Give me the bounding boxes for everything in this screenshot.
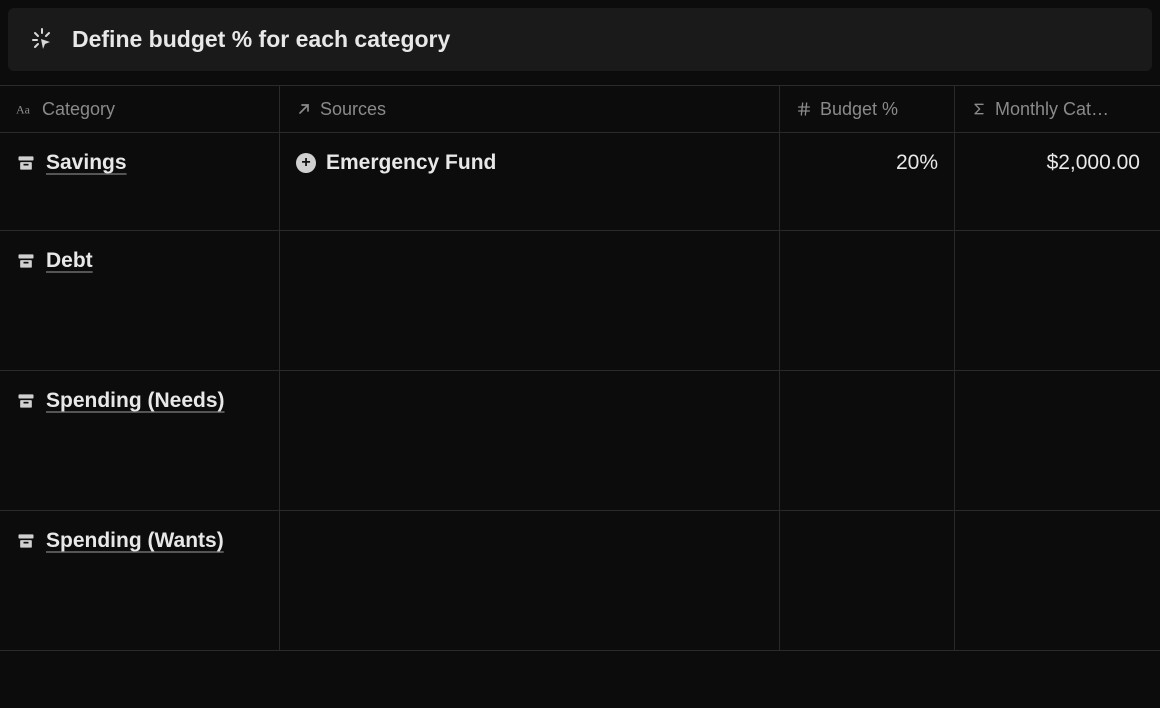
sources-cell[interactable]: [280, 511, 780, 650]
budget-table: Aa Category Sources: [0, 85, 1160, 651]
category-cell[interactable]: Spending (Needs): [0, 371, 280, 510]
text-property-icon: Aa: [16, 100, 34, 118]
category-name: Savings: [46, 151, 127, 175]
table-row[interactable]: Spending (Wants): [0, 511, 1160, 651]
svg-text:Aa: Aa: [16, 103, 31, 117]
table-header-row: Aa Category Sources: [0, 85, 1160, 133]
monthly-cell[interactable]: [955, 511, 1160, 650]
column-header-category[interactable]: Aa Category: [0, 86, 280, 132]
callout-title: Define budget % for each category: [72, 26, 450, 53]
column-label: Sources: [320, 99, 386, 120]
column-header-sources[interactable]: Sources: [280, 86, 780, 132]
category-name: Spending (Wants): [46, 529, 224, 553]
monthly-cell[interactable]: $2,000.00: [955, 133, 1160, 230]
archive-box-icon: [16, 391, 36, 411]
table-row[interactable]: Spending (Needs): [0, 371, 1160, 511]
budget-cell[interactable]: [780, 231, 955, 370]
callout-block: Define budget % for each category: [8, 8, 1152, 71]
budget-cell[interactable]: [780, 511, 955, 650]
category-cell[interactable]: Savings: [0, 133, 280, 230]
monthly-cell[interactable]: [955, 231, 1160, 370]
table-row[interactable]: Savings + Emergency Fund 20% $2,000.00: [0, 133, 1160, 231]
column-header-monthly[interactable]: Monthly Cat…: [955, 86, 1160, 132]
table-row[interactable]: Debt: [0, 231, 1160, 371]
monthly-cell[interactable]: [955, 371, 1160, 510]
category-cell[interactable]: Spending (Wants): [0, 511, 280, 650]
relation-arrow-icon: [296, 101, 312, 117]
column-header-budget[interactable]: Budget %: [780, 86, 955, 132]
category-name: Debt: [46, 249, 93, 273]
sources-cell[interactable]: [280, 371, 780, 510]
monthly-value: $2,000.00: [971, 151, 1144, 175]
category-cell[interactable]: Debt: [0, 231, 280, 370]
archive-box-icon: [16, 251, 36, 271]
category-name: Spending (Needs): [46, 389, 225, 413]
formula-sigma-icon: [971, 101, 987, 117]
budget-cell[interactable]: [780, 371, 955, 510]
budget-value: 20%: [796, 151, 938, 175]
cursor-click-icon: [30, 28, 54, 52]
budget-cell[interactable]: 20%: [780, 133, 955, 230]
source-chip[interactable]: + Emergency Fund: [296, 151, 496, 175]
plus-circle-icon: +: [296, 153, 316, 173]
column-label: Budget %: [820, 99, 898, 120]
column-label: Monthly Cat…: [995, 99, 1109, 120]
archive-box-icon: [16, 153, 36, 173]
archive-box-icon: [16, 531, 36, 551]
number-property-icon: [796, 101, 812, 117]
sources-cell[interactable]: + Emergency Fund: [280, 133, 780, 230]
sources-cell[interactable]: [280, 231, 780, 370]
source-name: Emergency Fund: [326, 151, 496, 175]
column-label: Category: [42, 99, 115, 120]
